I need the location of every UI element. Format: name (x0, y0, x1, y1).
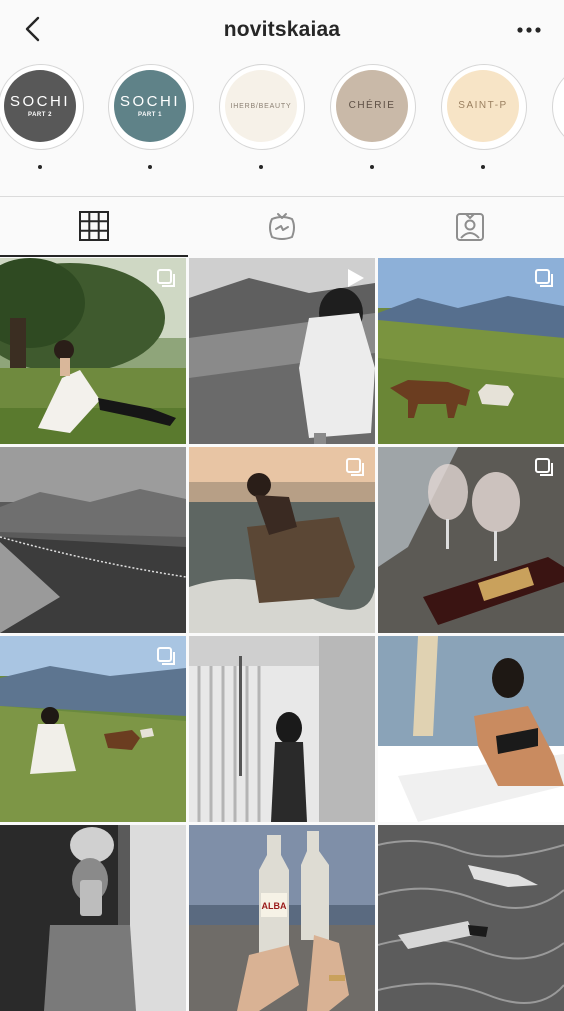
tagged-icon (456, 213, 484, 241)
highlight-dot (370, 165, 374, 169)
highlight-saint-p[interactable]: SAINT-P (441, 64, 529, 184)
post-tile-7[interactable] (0, 636, 186, 822)
carousel-icon (157, 647, 175, 665)
highlight-cherie[interactable]: CHÉRIE (330, 64, 418, 184)
post-tile-12[interactable] (378, 825, 564, 1011)
highlight-title: SOCHI (9, 93, 70, 110)
post-tile-8[interactable] (189, 636, 375, 822)
post-image: ALBA (189, 825, 375, 1011)
igtv-icon (269, 213, 295, 240)
highlight-title: IHERB/BEAUTY (230, 102, 292, 110)
post-image (378, 636, 564, 822)
bottle-label: ALBA (262, 901, 287, 911)
highlight-sochi-part2[interactable]: SOCHI PART 2 (0, 64, 86, 184)
highlight-dot (259, 165, 263, 169)
post-tile-3[interactable] (378, 258, 564, 444)
highlight-dot (38, 165, 42, 169)
carousel-icon (157, 269, 175, 287)
post-tile-9[interactable] (378, 636, 564, 822)
profile-header: novitskaiaa (0, 0, 564, 60)
highlight-dot (148, 165, 152, 169)
carousel-icon (535, 269, 553, 287)
posts-grid: ALBA (0, 258, 564, 1011)
carousel-icon (535, 458, 553, 476)
post-tile-4[interactable] (0, 447, 186, 633)
highlight-title: CHÉRIE (348, 100, 396, 111)
highlight-sochi-part1[interactable]: SOCHI PART 1 (108, 64, 196, 184)
post-tile-6[interactable] (378, 447, 564, 633)
highlight-iherb-beauty[interactable]: IHERB/BEAUTY (219, 64, 307, 184)
highlight-subtitle: PART 1 (138, 112, 162, 118)
profile-tabs (0, 196, 564, 257)
post-tile-1[interactable] (0, 258, 186, 444)
post-image (378, 825, 564, 1011)
highlight-dot (481, 165, 485, 169)
post-tile-5[interactable] (189, 447, 375, 633)
post-image (0, 447, 186, 633)
highlight-title: SAINT-P (458, 100, 508, 111)
tab-grid[interactable] (0, 197, 188, 257)
grid-icon (79, 211, 109, 241)
post-tile-11[interactable]: ALBA (189, 825, 375, 1011)
highlight-subtitle: PART 2 (28, 112, 52, 118)
post-image (0, 825, 186, 1011)
more-horizontal-icon[interactable] (516, 20, 542, 40)
highlight-partial[interactable] (552, 64, 564, 184)
highlight-title: SOCHI (119, 93, 180, 110)
carousel-icon (346, 458, 364, 476)
post-image (189, 636, 375, 822)
post-tile-10[interactable] (0, 825, 186, 1011)
video-icon (348, 269, 364, 287)
post-tile-2[interactable] (189, 258, 375, 444)
profile-username: novitskaiaa (223, 18, 341, 41)
story-highlights: SOCHI PART 2 SOCHI PART 1 IHERB/BEAUTY C… (0, 60, 564, 195)
tab-igtv[interactable] (188, 197, 376, 257)
tab-tagged[interactable] (376, 197, 564, 257)
